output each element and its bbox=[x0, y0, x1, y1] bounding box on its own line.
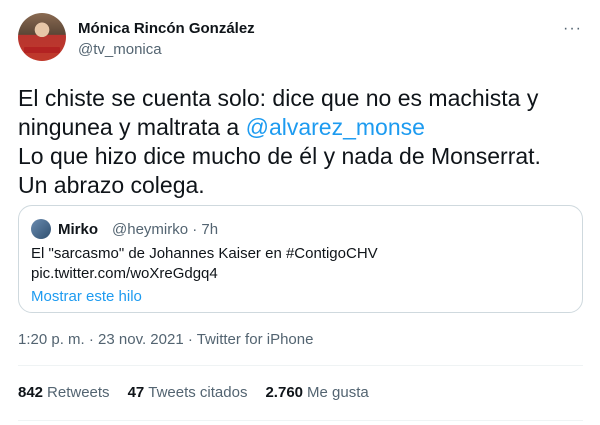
quoted-tweet[interactable]: Mirko @heymirko · 7h El "sarcasmo" de Jo… bbox=[18, 205, 583, 313]
tweet-line-4: Un abrazo colega. bbox=[18, 172, 205, 198]
tweet-line-2-text: ningunea y maltrata a bbox=[18, 114, 246, 140]
author-name[interactable]: Mónica Rincón González bbox=[78, 20, 255, 37]
author-avatar[interactable] bbox=[18, 13, 66, 61]
quoted-text-line-1: El "sarcasmo" de Johannes Kaiser en #Con… bbox=[31, 245, 378, 262]
retweets-label: Retweets bbox=[47, 384, 110, 401]
retweets-count: 842 bbox=[18, 384, 44, 401]
tweet-line-3: Lo que hizo dice mucho de él y nada de M… bbox=[18, 143, 541, 169]
tweet-line-2: ningunea y maltrata a @alvarez_monse bbox=[18, 113, 588, 142]
quoted-author-avatar bbox=[31, 219, 51, 239]
avatar-banner bbox=[24, 47, 60, 53]
tweet-line-1: El chiste se cuenta solo: dice que no es… bbox=[18, 85, 539, 111]
divider-bottom bbox=[18, 420, 583, 421]
quoted-tweet-text: El "sarcasmo" de Johannes Kaiser en #Con… bbox=[31, 244, 378, 284]
quoted-text-line-2: pic.twitter.com/woXreGdgq4 bbox=[31, 265, 218, 282]
mention-link[interactable]: @alvarez_monse bbox=[246, 114, 425, 140]
quotes-stat[interactable]: 47 Tweets citados bbox=[128, 384, 248, 401]
author-handle[interactable]: @tv_monica bbox=[78, 41, 162, 58]
likes-count: 2.760 bbox=[265, 384, 304, 401]
tweet-text: El chiste se cuenta solo: dice que no es… bbox=[18, 84, 588, 200]
tweet-card: Mónica Rincón González @tv_monica ··· El… bbox=[0, 0, 600, 425]
likes-label: Me gusta bbox=[307, 384, 369, 401]
quotes-label: Tweets citados bbox=[148, 384, 248, 401]
likes-stat[interactable]: 2.760 Me gusta bbox=[265, 384, 368, 401]
more-options-icon[interactable]: ··· bbox=[563, 20, 582, 38]
divider-top bbox=[18, 365, 583, 366]
quoted-author-name: Mirko bbox=[58, 221, 99, 238]
quoted-author-meta: @heymirko · 7h bbox=[112, 221, 219, 238]
show-thread-link[interactable]: Mostrar este hilo bbox=[31, 288, 142, 305]
tweet-timestamp[interactable]: 1:20 p. m. · 23 nov. 2021 · Twitter for … bbox=[18, 331, 313, 348]
quotes-count: 47 bbox=[127, 384, 145, 401]
tweet-stats: 842 Retweets 47 Tweets citados 2.760 Me gus… bbox=[18, 384, 369, 401]
retweets-stat[interactable]: 842 Retweets bbox=[18, 384, 110, 401]
